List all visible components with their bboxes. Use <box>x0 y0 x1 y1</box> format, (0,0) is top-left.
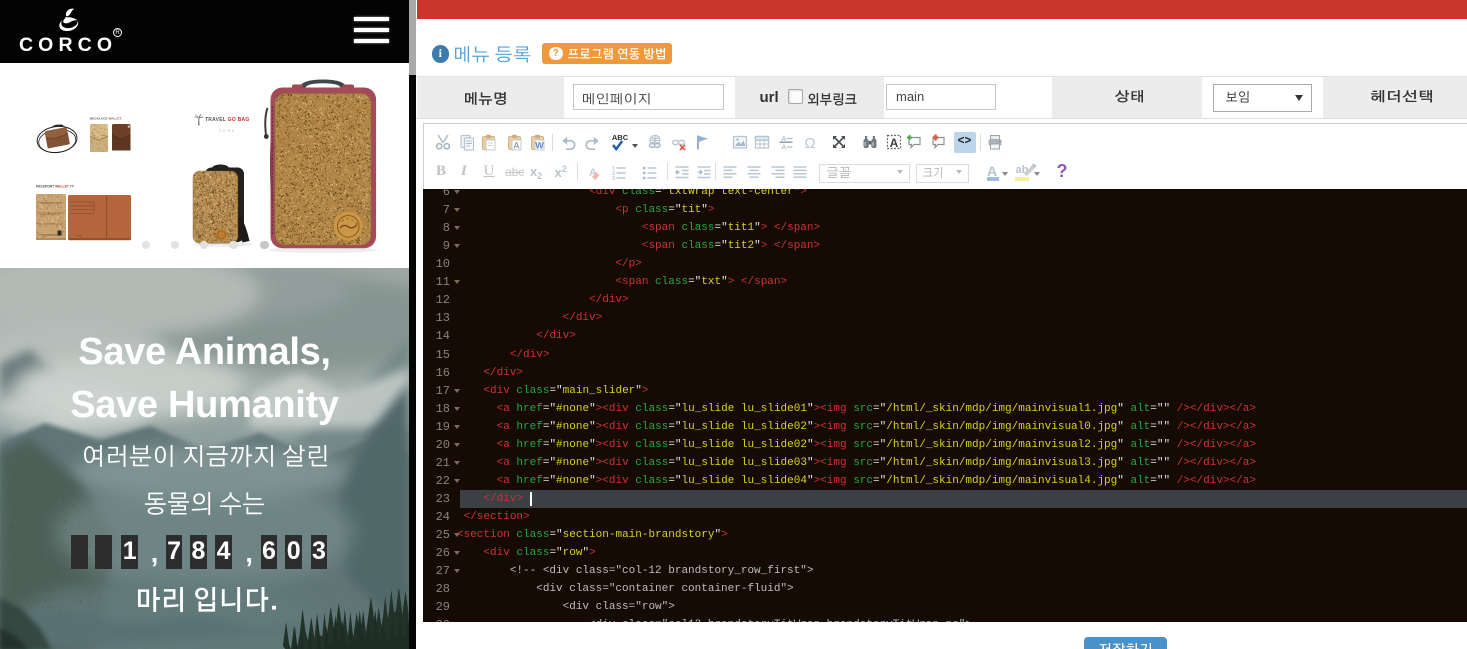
svg-text:A: A <box>889 136 898 150</box>
svg-text:Ω: Ω <box>804 135 815 151</box>
svg-text:A: A <box>513 141 520 151</box>
svg-text:3: 3 <box>612 176 615 181</box>
svg-text:ABC: ABC <box>612 133 629 142</box>
svg-text:A: A <box>781 145 786 152</box>
svg-text:W: W <box>535 141 544 151</box>
